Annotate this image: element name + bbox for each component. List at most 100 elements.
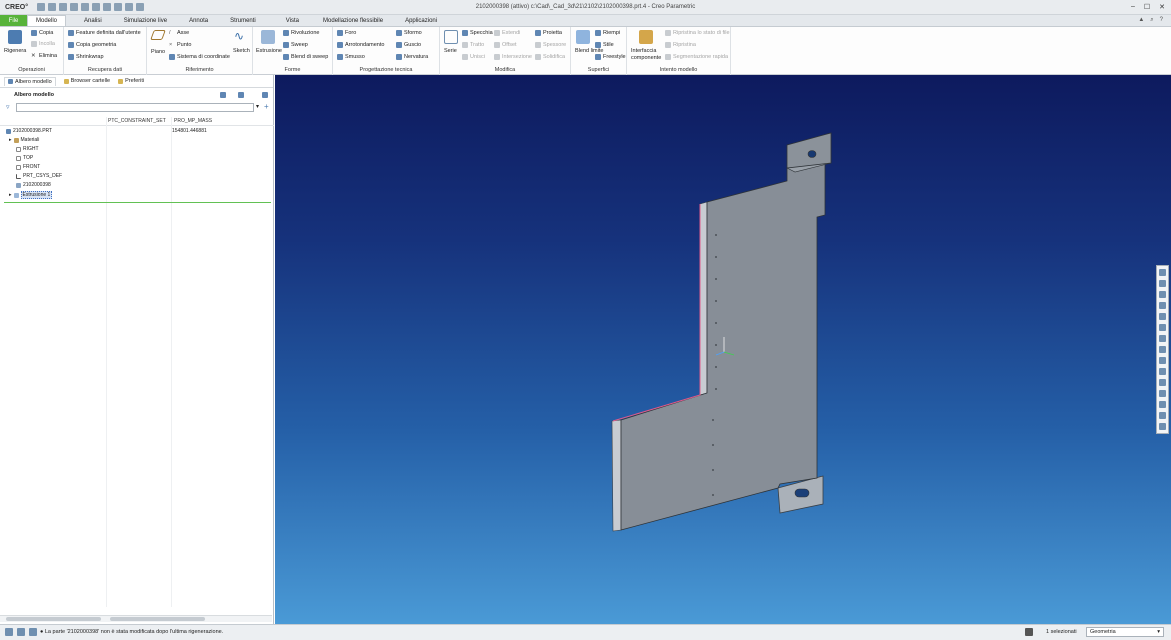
maximize-icon[interactable]: ☐	[1144, 3, 1150, 11]
sformo-button[interactable]: Sformo	[396, 30, 422, 36]
refit-icon[interactable]	[1159, 269, 1166, 276]
copia-button[interactable]: Copia	[31, 30, 53, 36]
group-label-riferimento[interactable]: Riferimento	[147, 67, 252, 73]
tab-browser-cartelle[interactable]: Browser cartelle	[63, 78, 110, 84]
tab-annota[interactable]: Annota	[181, 15, 216, 26]
slot-hole[interactable]	[794, 488, 810, 498]
group-label-operazioni[interactable]: Operazioni	[0, 67, 63, 73]
serie-button[interactable]: Serie	[444, 48, 457, 54]
zoom-out-icon[interactable]	[1159, 291, 1166, 298]
add-icon[interactable]: +	[264, 102, 269, 111]
group-label-modifica[interactable]: Modifica	[440, 67, 570, 73]
elimina-button[interactable]: ✕ Elimina	[31, 53, 57, 59]
group-label-forme[interactable]: Forme	[253, 67, 332, 73]
punto-button[interactable]: × Punto	[169, 42, 191, 48]
shrinkwrap-button[interactable]: Shrinkwrap	[68, 54, 104, 60]
tree-item-top[interactable]: TOP	[16, 155, 33, 161]
tree-item-front[interactable]: FRONT	[16, 164, 40, 170]
plate-face[interactable]	[620, 157, 826, 531]
full-screen-icon[interactable]	[29, 628, 37, 636]
plate-edge-lower[interactable]	[611, 419, 622, 532]
navigator-toggle-icon[interactable]	[5, 628, 13, 636]
scroll-thumb-left[interactable]	[6, 617, 101, 621]
riempi-button[interactable]: Riempi	[595, 30, 620, 36]
rigenera-button[interactable]: Rigenera	[4, 48, 26, 54]
tree-item-materiali[interactable]: ▸ Materiali	[9, 137, 39, 143]
tree-settings-icon[interactable]	[220, 92, 226, 98]
rivoluzione-button[interactable]: Rivoluzione	[283, 30, 319, 36]
csys-display-icon[interactable]	[1159, 423, 1166, 430]
tree-root[interactable]: 2102000398.PRT	[6, 128, 52, 134]
spessore-button[interactable]: Spessore	[535, 42, 566, 48]
intersezione-button[interactable]: Intersezione	[494, 54, 532, 60]
foro-button[interactable]: Foro	[337, 30, 356, 36]
tab-file[interactable]: File	[0, 15, 27, 26]
tree-search-input[interactable]	[16, 103, 254, 112]
group-label-intento-modello[interactable]: Intento modello	[627, 67, 730, 73]
solidifica-button[interactable]: Solidifica	[535, 54, 565, 60]
expand-arrow-icon[interactable]: ▸	[9, 192, 12, 198]
expand-arrow-icon[interactable]: ▸	[9, 137, 12, 143]
offset-button[interactable]: Offset	[494, 42, 517, 48]
repaint-icon[interactable]	[1159, 302, 1166, 309]
specchia-button[interactable]: Specchia	[462, 30, 493, 36]
graphics-viewport[interactable]	[275, 75, 1171, 624]
smusso-button[interactable]: Smusso	[337, 54, 365, 60]
ripristina-stato-button[interactable]: Ripristina lo stato di file	[665, 30, 730, 36]
group-label-progettazione-tecnica[interactable]: Progettazione tecnica	[333, 67, 439, 73]
stile-button[interactable]: Stile	[595, 42, 614, 48]
smart-selection-icon[interactable]	[1025, 628, 1033, 636]
zoom-in-icon[interactable]	[1159, 280, 1166, 287]
tab-analisi[interactable]: Analisi	[76, 15, 110, 26]
display-style-icon[interactable]	[1159, 313, 1166, 320]
highlighted-edge[interactable]	[612, 204, 701, 422]
column-ptc-constraint-set[interactable]: PTC_CONSTRAINT_SET	[108, 118, 166, 124]
tree-item-right[interactable]: RIGHT	[16, 146, 39, 152]
sweep-button[interactable]: Sweep	[283, 42, 308, 48]
plane-display-icon[interactable]	[1159, 390, 1166, 397]
blend-sweep-button[interactable]: Blend di sweep	[283, 54, 328, 60]
proietta-button[interactable]: Proietta	[535, 30, 562, 36]
interfaccia-componente-button[interactable]: Interfaccia componente	[631, 48, 665, 62]
panel-options-icon[interactable]	[262, 92, 268, 98]
sketch-button[interactable]: Sketch	[233, 48, 250, 54]
guscio-button[interactable]: Guscio	[396, 42, 421, 48]
asse-button[interactable]: / Asse	[169, 30, 189, 36]
tree-item-prt-csys-def[interactable]: PRT_CSYS_DEF	[16, 173, 62, 179]
dropdown-icon[interactable]: ▾	[256, 103, 259, 110]
annotation-display-icon[interactable]	[1159, 368, 1166, 375]
incolla-button[interactable]: Incolla	[31, 41, 55, 47]
axis-display-icon[interactable]	[1159, 401, 1166, 408]
ripristina-button[interactable]: Ripristina	[665, 42, 696, 48]
nervatura-button[interactable]: Nervatura	[396, 54, 428, 60]
tree-item-2102000398[interactable]: 2102000398	[16, 182, 51, 188]
group-label-superfici[interactable]: Superfici	[571, 67, 626, 73]
feature-utente-button[interactable]: Feature definita dall'utente	[68, 30, 141, 36]
unisci-button[interactable]: Unisci	[462, 54, 485, 60]
browser-toggle-icon[interactable]	[17, 628, 25, 636]
estendi-button[interactable]: Estendi	[494, 30, 520, 36]
filter-icon[interactable]: ▿	[6, 103, 10, 111]
insert-indicator[interactable]	[4, 202, 271, 203]
arrotondamento-button[interactable]: Arrotondamento	[337, 42, 384, 48]
tab-modellazione-flessibile[interactable]: Modellazione flessibile	[315, 15, 391, 26]
top-hole[interactable]	[807, 150, 817, 158]
piano-button[interactable]: Piano	[151, 49, 165, 55]
point-display-icon[interactable]	[1159, 412, 1166, 419]
spin-center-icon[interactable]	[1159, 379, 1166, 386]
column-pro-mp-mass[interactable]: PRO_MP_MASS	[174, 118, 212, 124]
search-icon[interactable]: ⌕	[1150, 17, 1153, 24]
freestyle-button[interactable]: Freestyle	[595, 54, 626, 60]
top-tab[interactable]	[786, 132, 832, 169]
group-label-recupera-dati[interactable]: Recupera dati	[64, 67, 146, 73]
tab-albero-modello[interactable]: Albero modello	[4, 76, 56, 86]
tratto-button[interactable]: Tratto	[462, 42, 484, 48]
estrusione-button[interactable]: Estrusione	[256, 48, 282, 54]
horizontal-scrollbar[interactable]	[0, 615, 272, 622]
minimize-icon[interactable]: –	[1131, 3, 1135, 11]
selection-filter[interactable]: Geometria ▾	[1086, 627, 1164, 637]
segmentazione-button[interactable]: Segmentazione rapida	[665, 54, 728, 60]
tab-strumenti[interactable]: Strumenti	[222, 15, 264, 26]
tab-preferiti[interactable]: Preferiti	[118, 78, 144, 84]
show-columns-icon[interactable]	[238, 92, 244, 98]
